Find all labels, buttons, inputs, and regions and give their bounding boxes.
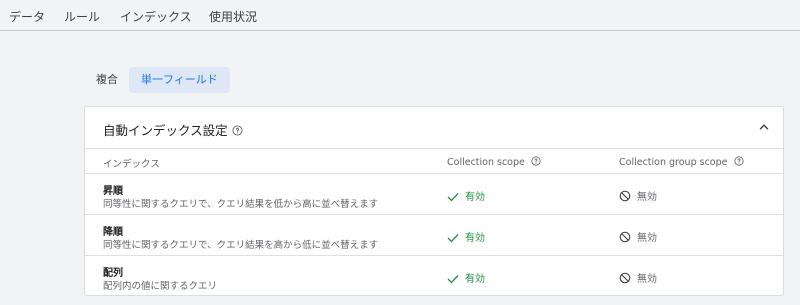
chevron-up-icon[interactable]	[757, 120, 771, 134]
help-icon[interactable]	[733, 156, 744, 166]
tab-usage[interactable]: 使用状況	[209, 8, 257, 25]
index-type-title: 降順	[103, 227, 123, 238]
status-label: 無効	[637, 192, 657, 203]
subtab-single-field[interactable]: 単一フィールド	[129, 67, 230, 93]
check-icon	[447, 234, 459, 243]
index-type-title: 配列	[103, 268, 123, 279]
collection-group-scope-status[interactable]: 無効	[619, 229, 657, 244]
column-header-collection-group-scope: Collection group scope	[619, 156, 744, 168]
column-header-collection-scope: Collection scope	[447, 156, 541, 168]
collection-group-scope-status[interactable]: 無効	[619, 188, 657, 203]
status-label: 無効	[637, 274, 657, 285]
table-row: 配列 配列内の値に関するクエリ 有効 無効	[85, 256, 783, 295]
column-header-collection-scope-label: Collection scope	[447, 157, 525, 168]
collection-group-scope-status[interactable]: 無効	[619, 270, 657, 285]
card-header[interactable]: 自動インデックス設定	[85, 107, 783, 149]
disabled-icon	[619, 190, 631, 202]
index-type-description: 配列内の値に関するクエリ	[103, 281, 218, 292]
collection-scope-status[interactable]: 有効	[447, 188, 485, 203]
disabled-icon	[619, 272, 631, 284]
disabled-icon	[619, 231, 631, 243]
tab-rules[interactable]: ルール	[64, 8, 100, 25]
tab-data[interactable]: データ	[9, 8, 45, 25]
top-navigation: データ ルール インデックス 使用状況	[0, 0, 800, 31]
card-title: 自動インデックス設定	[103, 123, 228, 138]
status-label: 有効	[465, 274, 485, 285]
status-label: 無効	[637, 233, 657, 244]
help-icon[interactable]	[232, 125, 243, 136]
tab-indexes[interactable]: インデックス	[120, 8, 192, 25]
collection-scope-status[interactable]: 有効	[447, 229, 485, 244]
auto-index-settings-card: 自動インデックス設定 インデックス Collection scope Colle…	[84, 106, 784, 296]
column-header-collection-group-scope-label: Collection group scope	[619, 157, 728, 168]
table-header: インデックス Collection scope Collection group…	[85, 148, 783, 174]
table-row: 昇順 同等性に関するクエリで、クエリ結果を低から高に並べ替えます 有効 無効	[85, 174, 783, 215]
index-type-description: 同等性に関するクエリで、クエリ結果を高から低に並べ替えます	[103, 240, 379, 251]
index-type-title: 昇順	[103, 186, 123, 197]
collection-scope-status[interactable]: 有効	[447, 270, 485, 285]
status-label: 有効	[465, 192, 485, 203]
check-icon	[447, 193, 459, 202]
index-type-description: 同等性に関するクエリで、クエリ結果を低から高に並べ替えます	[103, 199, 379, 210]
check-icon	[447, 275, 459, 284]
table-row: 降順 同等性に関するクエリで、クエリ結果を高から低に並べ替えます 有効 無効	[85, 215, 783, 256]
card-title-wrap: 自動インデックス設定	[103, 120, 243, 139]
column-header-index: インデックス	[103, 159, 160, 170]
status-label: 有効	[465, 233, 485, 244]
help-icon[interactable]	[531, 156, 541, 166]
subtab-composite[interactable]: 複合	[96, 67, 118, 93]
